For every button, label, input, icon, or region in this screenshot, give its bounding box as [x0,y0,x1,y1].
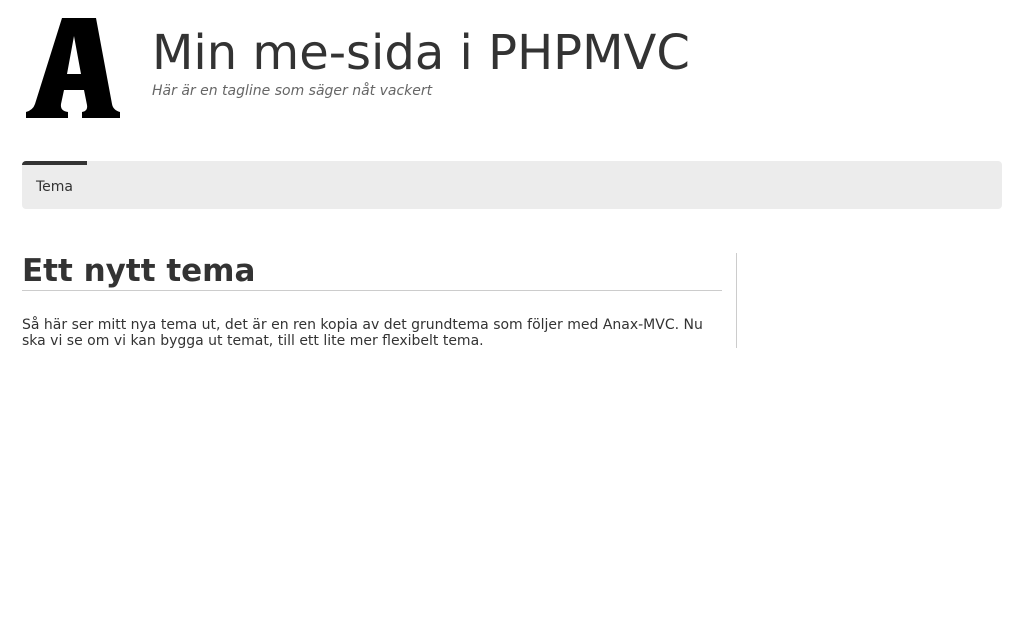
site-header: A Min me-sida i PHPMVC Här är en tagline… [22,14,1002,124]
article-body: Så här ser mitt nya tema ut, det är en r… [22,317,703,349]
sidebar [736,253,1003,348]
site-tagline: Här är en tagline som säger nåt vackert [152,83,433,99]
site-title[interactable]: Min me-sida i PHPMVC [152,24,690,82]
anax-logo-icon[interactable]: A [26,18,120,118]
main-content: Ett nytt tema Så här ser mitt nya tema u… [22,252,722,349]
article-heading: Ett nytt tema [22,252,722,291]
nav-item-tema[interactable]: Tema [22,161,88,209]
navbar: Tema [22,161,1002,209]
page: A Min me-sida i PHPMVC Här är en tagline… [0,0,1024,630]
